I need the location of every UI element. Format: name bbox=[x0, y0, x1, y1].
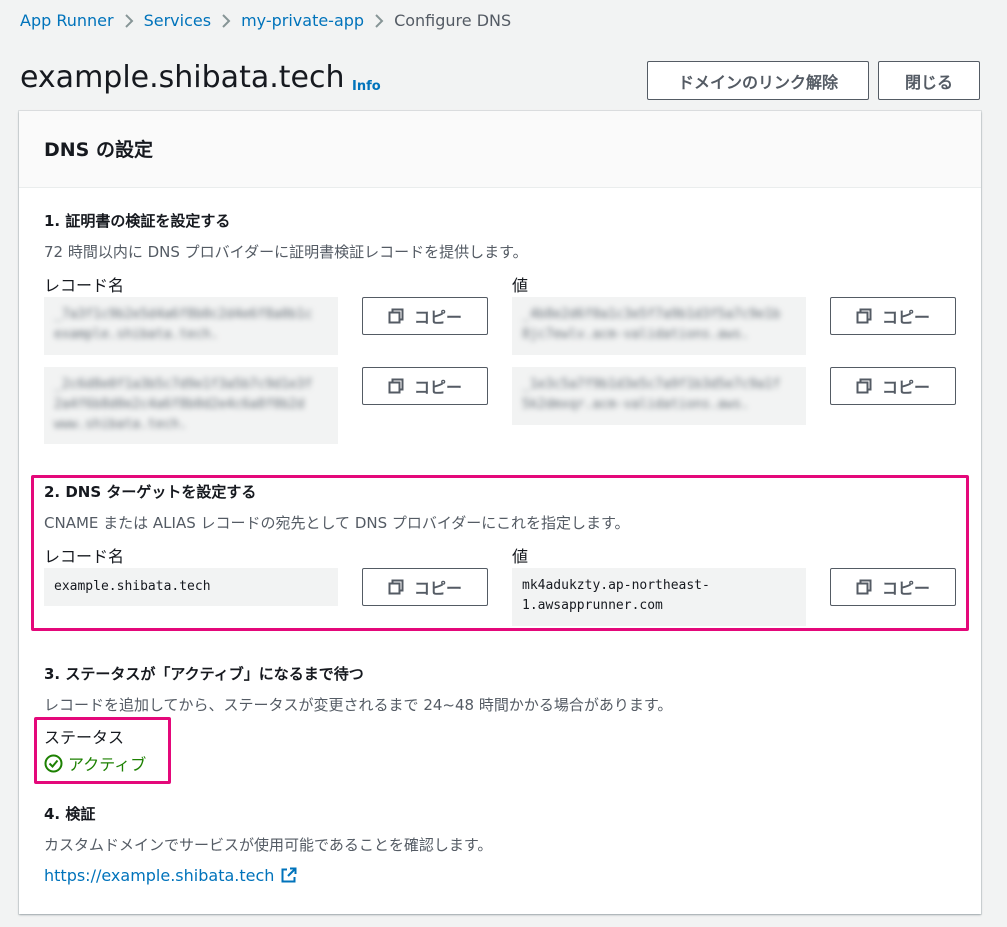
step1-value-label: 値 bbox=[512, 276, 529, 295]
chevron-right-icon bbox=[211, 11, 241, 30]
close-button[interactable]: 閉じる bbox=[878, 61, 980, 100]
copy-icon bbox=[856, 308, 872, 324]
copy-record-value-button[interactable]: コピー bbox=[830, 568, 956, 606]
record-name-2: _2c6d8e0f1a3b5c7d9e1f3a5b7c9d1e3f 2a4f6b… bbox=[44, 367, 338, 444]
copy-button[interactable]: コピー bbox=[830, 367, 956, 405]
copy-record-name-button[interactable]: コピー bbox=[362, 568, 488, 606]
breadcrumb-app-runner[interactable]: App Runner bbox=[20, 11, 114, 30]
step1-name-label: レコード名 bbox=[44, 276, 125, 295]
chevron-right-icon bbox=[114, 11, 144, 30]
info-link[interactable]: Info bbox=[352, 79, 381, 94]
copy-icon bbox=[388, 579, 404, 595]
step1-description: 72 時間以内に DNS プロバイダーに証明書検証レコードを提供します。 bbox=[44, 243, 528, 261]
verify-link[interactable]: https://example.shibata.tech bbox=[44, 866, 297, 885]
breadcrumb: App Runner Services my-private-app Confi… bbox=[20, 9, 511, 31]
record-value-1: _4b8e2d6f0a1c3e5f7a9b1d3f5a7c9e1b 8jc7ew… bbox=[512, 297, 806, 355]
copy-button[interactable]: コピー bbox=[362, 297, 488, 335]
unlink-domain-button[interactable]: ドメインのリンク解除 bbox=[647, 61, 869, 100]
step2-description: CNAME または ALIAS レコードの宛先として DNS プロバイダーにこれ… bbox=[44, 514, 630, 532]
step2-value-label: 値 bbox=[512, 547, 529, 566]
check-circle-icon bbox=[44, 754, 63, 773]
copy-icon bbox=[388, 378, 404, 394]
panel-header: DNS の設定 bbox=[19, 111, 981, 188]
external-link-icon bbox=[280, 867, 297, 884]
breadcrumb-services[interactable]: Services bbox=[144, 11, 211, 30]
step3-title: 3. ステータスが「アクティブ」になるまで待つ bbox=[44, 665, 364, 683]
copy-button[interactable]: コピー bbox=[362, 367, 488, 405]
status-badge: アクティブ bbox=[44, 751, 146, 775]
page-title: example.shibata.tech bbox=[20, 60, 345, 95]
copy-icon bbox=[388, 308, 404, 324]
chevron-right-icon bbox=[364, 11, 394, 30]
breadcrumb-my-private-app[interactable]: my-private-app bbox=[241, 11, 364, 30]
dns-settings-panel: DNS の設定 1. 証明書の検証を設定する 72 時間以内に DNS プロバイ… bbox=[19, 111, 981, 914]
copy-icon bbox=[856, 378, 872, 394]
step2-name-label: レコード名 bbox=[44, 547, 125, 566]
step4-description: カスタムドメインでサービスが使用可能であることを確認します。 bbox=[44, 836, 493, 854]
dns-target-record-name: example.shibata.tech bbox=[44, 568, 338, 606]
step1-title: 1. 証明書の検証を設定する bbox=[44, 212, 231, 230]
step3-description: レコードを追加してから、ステータスが変更されるまで 24~48 時間かかる場合が… bbox=[44, 696, 673, 714]
step2-title: 2. DNS ターゲットを設定する bbox=[44, 483, 257, 501]
record-value-2: _1e3c5a7f9b1d3e5c7a9f1b3d5e7c9a1f 5k2dmx… bbox=[512, 367, 806, 425]
status-label: ステータス bbox=[44, 728, 125, 747]
panel-title: DNS の設定 bbox=[44, 139, 153, 161]
record-name-1: _7a3f1c9b2e5d4a6f8b0c2d4e6f8a0b1c exampl… bbox=[44, 297, 338, 355]
step4-title: 4. 検証 bbox=[44, 805, 96, 823]
copy-icon bbox=[856, 579, 872, 595]
copy-button[interactable]: コピー bbox=[830, 297, 956, 335]
breadcrumb-current: Configure DNS bbox=[394, 10, 512, 30]
dns-target-record-value: mk4adukzty.ap-northeast- 1.awsapprunner.… bbox=[512, 568, 806, 626]
